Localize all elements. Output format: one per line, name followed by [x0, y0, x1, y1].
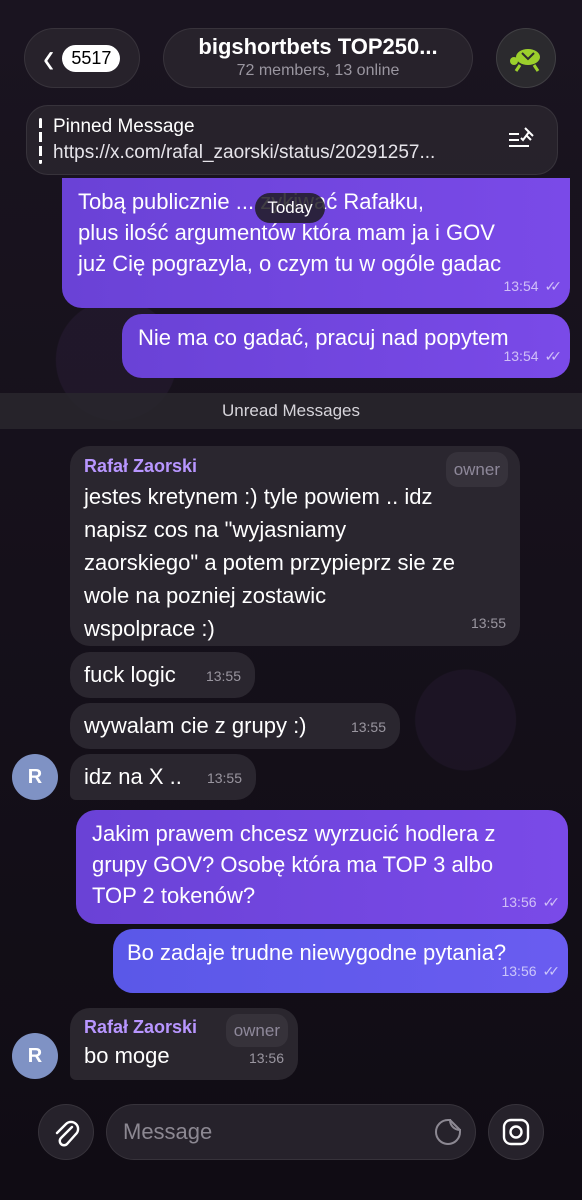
message-text-line: Jakim prawem chcesz wyrzucić hodlera z — [92, 821, 496, 846]
message-input[interactable] — [123, 1119, 423, 1145]
camera-button[interactable] — [488, 1104, 544, 1160]
read-ticks-icon: ✓✓ — [542, 963, 561, 979]
message-text-line: wspolprace :) — [84, 616, 215, 641]
unread-count-badge: 5517 — [62, 44, 121, 72]
message-time: 13:54 ✓✓ — [503, 271, 563, 302]
pinned-indicator — [39, 118, 42, 164]
read-ticks-icon: ✓✓ — [544, 278, 563, 294]
message-time: 13:55 — [206, 770, 242, 786]
message-text-line: plus ilość argumentów która mam ja i GOV — [78, 220, 495, 245]
message-incoming[interactable]: idz na X .. 13:55 — [70, 754, 256, 800]
message-time: 13:55 — [205, 668, 241, 684]
sticker-icon[interactable] — [433, 1117, 463, 1147]
message-input-container[interactable] — [106, 1104, 476, 1160]
message-time: 13:56 ✓✓ — [501, 956, 561, 987]
message-text-line: zaorskiego" a potem przypieprz sie ze — [84, 550, 455, 575]
unread-divider: Unread Messages — [0, 393, 582, 429]
attach-button[interactable] — [38, 1104, 94, 1160]
message-time: 13:56 ✓✓ — [501, 887, 561, 918]
date-badge: Today — [255, 193, 325, 223]
sender-avatar[interactable]: R — [12, 754, 58, 800]
message-text-line: TOP 2 tokenów? — [92, 883, 256, 908]
back-button[interactable]: ‹ 5517 — [24, 28, 140, 88]
message-incoming[interactable]: Rafał Zaorski owner bo moge 13:56 — [70, 1008, 298, 1080]
chat-subtitle: 72 members, 13 online — [236, 62, 400, 79]
paperclip-icon — [55, 1120, 80, 1147]
turtle-logo-icon — [510, 49, 540, 72]
message-incoming[interactable]: wywalam cie z grupy :) 13:55 — [70, 703, 400, 749]
message-time: 13:55 — [470, 615, 506, 631]
message-outgoing[interactable]: Nie ma co gadać, pracuj nad popytem 13:5… — [122, 314, 570, 378]
message-time: 13:56 — [248, 1050, 284, 1066]
sender-avatar[interactable]: R — [12, 1033, 58, 1079]
chat-header: ‹ 5517 bigshortbets TOP250... 72 members… — [0, 26, 582, 90]
pinned-text: https://x.com/rafal_zaorski/status/20291… — [53, 142, 436, 163]
pinned-title: Pinned Message — [53, 116, 195, 137]
message-time: 13:54 ✓✓ — [503, 341, 563, 372]
message-text-line: grupy GOV? Osobę która ma TOP 3 albo — [92, 852, 494, 877]
chevron-left-icon: ‹ — [43, 33, 55, 83]
message-incoming[interactable]: Rafał Zaorski owner jestes kretynem :) t… — [70, 446, 520, 646]
message-time: 13:55 — [350, 719, 386, 735]
chat-title-button[interactable]: bigshortbets TOP250... 72 members, 13 on… — [163, 28, 473, 88]
message-text-line: napisz cos na "wyjasniamy — [84, 517, 347, 542]
message-text-line: wole na pozniej zostawic — [84, 583, 327, 608]
pinned-message-bar[interactable]: Pinned Message https://x.com/rafal_zaors… — [26, 105, 558, 175]
message-outgoing[interactable]: Jakim prawem chcesz wyrzucić hodlera z g… — [76, 810, 568, 924]
camera-icon — [502, 1118, 530, 1146]
message-text-line: już Cię pograzyla, o czym tu w ogóle gad… — [78, 251, 502, 276]
message-outgoing[interactable]: Bo zadaje trudne niewygodne pytania? 13:… — [113, 929, 568, 993]
role-badge: owner — [445, 452, 508, 487]
read-ticks-icon: ✓✓ — [542, 894, 561, 910]
message-incoming[interactable]: fuck logic 13:55 — [70, 652, 255, 698]
group-avatar[interactable] — [496, 28, 556, 88]
read-ticks-icon: ✓✓ — [544, 348, 563, 364]
chat-title: bigshortbets TOP250... — [198, 34, 438, 59]
pin-list-icon[interactable] — [507, 126, 537, 154]
